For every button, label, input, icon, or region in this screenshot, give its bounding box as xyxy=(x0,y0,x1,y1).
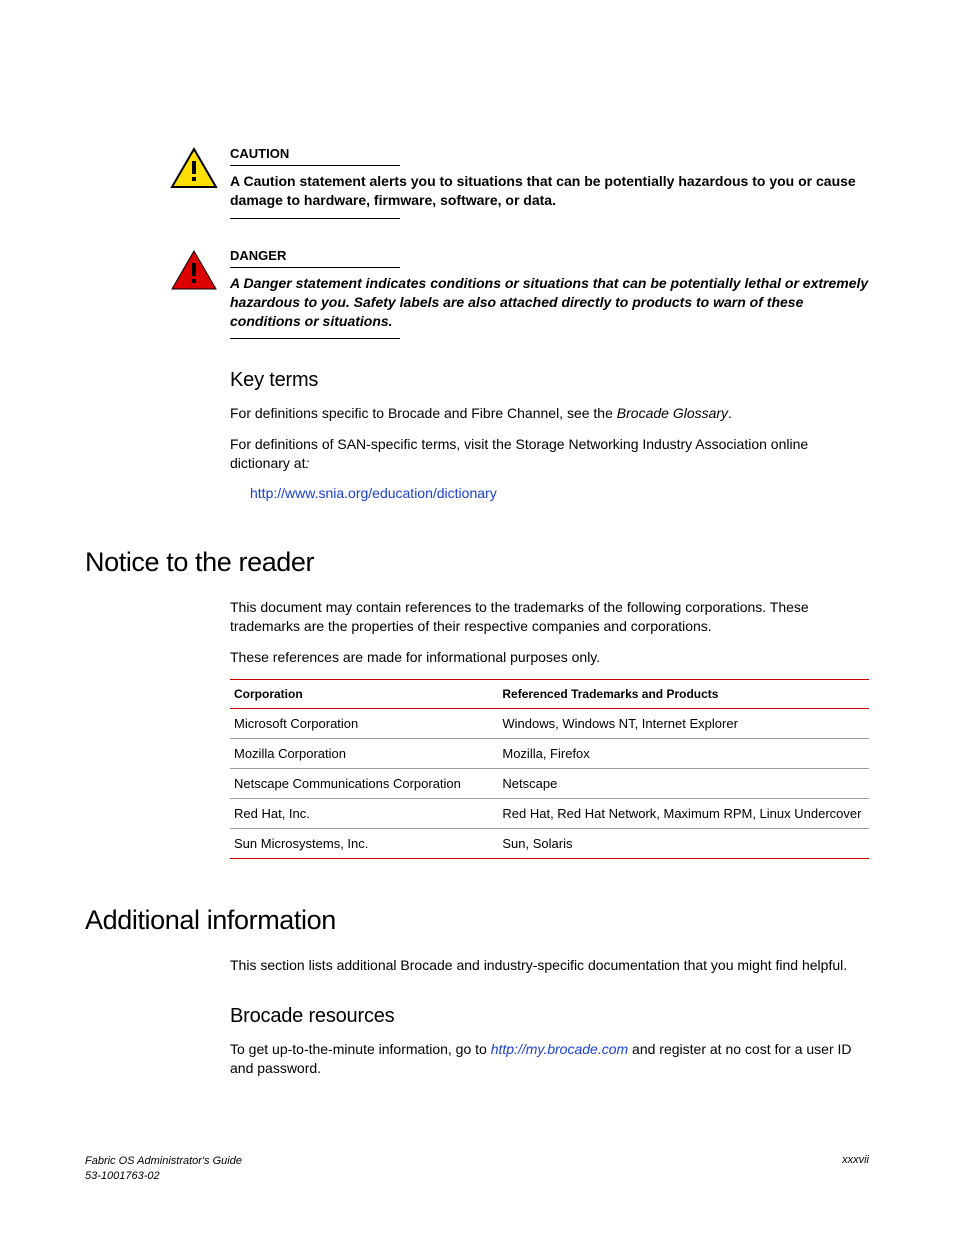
cell-corp: Netscape Communications Corporation xyxy=(230,768,498,798)
caution-block: CAUTION A Caution statement alerts you t… xyxy=(170,145,869,219)
cell-corp: Mozilla Corporation xyxy=(230,738,498,768)
cell-tm: Windows, Windows NT, Internet Explorer xyxy=(498,708,869,738)
key-terms-p1c: . xyxy=(728,405,732,421)
table-row: Netscape Communications Corporation Nets… xyxy=(230,768,869,798)
snia-link[interactable]: http://www.snia.org/education/dictionary xyxy=(250,485,497,501)
additional-p1: This section lists additional Brocade an… xyxy=(230,956,869,975)
cell-tm: Sun, Solaris xyxy=(498,828,869,858)
notice-p2: These references are made for informatio… xyxy=(230,648,869,667)
footer-left: Fabric OS Administrator's Guide 53-10017… xyxy=(85,1154,242,1183)
caution-text: A Caution statement alerts you to situat… xyxy=(230,172,869,210)
cell-tm: Netscape xyxy=(498,768,869,798)
key-terms-section: Key terms For definitions specific to Br… xyxy=(230,369,869,501)
danger-end-rule xyxy=(230,338,400,339)
footer-title: Fabric OS Administrator's Guide xyxy=(85,1155,242,1167)
caution-label: CAUTION xyxy=(230,146,400,166)
mybrocade-link[interactable]: http://my.brocade.com xyxy=(491,1041,628,1057)
additional-section: This section lists additional Brocade an… xyxy=(230,956,869,1078)
additional-p2a: To get up-to-the-minute information, go … xyxy=(230,1041,491,1057)
key-terms-link-wrap: http://www.snia.org/education/dictionary xyxy=(250,485,869,501)
col-trademarks: Referenced Trademarks and Products xyxy=(498,679,869,708)
additional-heading: Additional information xyxy=(85,905,869,936)
col-corporation: Corporation xyxy=(230,679,498,708)
caution-body: CAUTION A Caution statement alerts you t… xyxy=(230,145,869,219)
additional-p2: To get up-to-the-minute information, go … xyxy=(230,1040,869,1078)
trademark-table: Corporation Referenced Trademarks and Pr… xyxy=(230,679,869,859)
key-terms-heading: Key terms xyxy=(230,369,869,392)
danger-body: DANGER A Danger statement indicates cond… xyxy=(230,247,869,340)
danger-label: DANGER xyxy=(230,248,400,268)
key-terms-p2: For definitions of SAN-specific terms, v… xyxy=(230,435,869,473)
cell-corp: Red Hat, Inc. xyxy=(230,798,498,828)
notice-heading: Notice to the reader xyxy=(85,547,869,578)
table-row: Sun Microsystems, Inc. Sun, Solaris xyxy=(230,828,869,858)
danger-text: A Danger statement indicates conditions … xyxy=(230,274,869,331)
cell-tm: Mozilla, Firefox xyxy=(498,738,869,768)
brocade-resources-heading: Brocade resources xyxy=(230,1005,869,1028)
key-terms-p1a: For definitions specific to Brocade and … xyxy=(230,405,617,421)
key-terms-p1: For definitions specific to Brocade and … xyxy=(230,404,869,423)
table-header-row: Corporation Referenced Trademarks and Pr… xyxy=(230,679,869,708)
notice-p1: This document may contain references to … xyxy=(230,598,869,636)
footer-page: xxxvii xyxy=(842,1154,869,1183)
caution-icon xyxy=(170,147,218,192)
danger-block: DANGER A Danger statement indicates cond… xyxy=(170,247,869,340)
key-terms-p1b: Brocade Glossary xyxy=(617,405,728,421)
cell-corp: Microsoft Corporation xyxy=(230,708,498,738)
footer-doc: 53-1001763-02 xyxy=(85,1170,160,1182)
table-row: Microsoft Corporation Windows, Windows N… xyxy=(230,708,869,738)
page-footer: Fabric OS Administrator's Guide 53-10017… xyxy=(85,1154,869,1183)
caution-end-rule xyxy=(230,218,400,219)
cell-corp: Sun Microsystems, Inc. xyxy=(230,828,498,858)
danger-icon xyxy=(170,249,218,294)
table-row: Red Hat, Inc. Red Hat, Red Hat Network, … xyxy=(230,798,869,828)
notice-section: This document may contain references to … xyxy=(230,598,869,859)
cell-tm: Red Hat, Red Hat Network, Maximum RPM, L… xyxy=(498,798,869,828)
table-row: Mozilla Corporation Mozilla, Firefox xyxy=(230,738,869,768)
key-terms-p2-text: For definitions of SAN-specific terms, v… xyxy=(230,436,808,471)
